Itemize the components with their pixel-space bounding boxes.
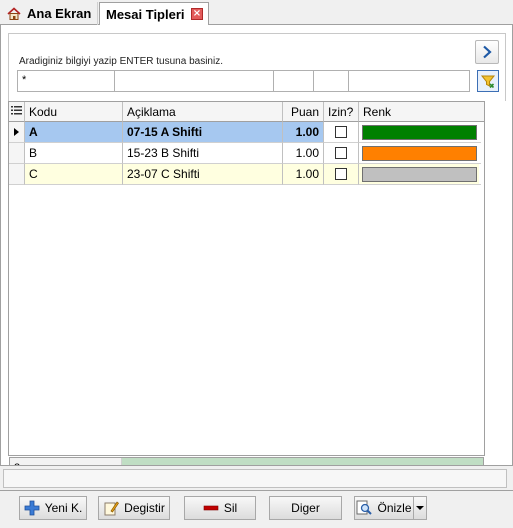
cell-aciklama[interactable]: 07-15 A Shifti [123,122,283,143]
new-button[interactable]: Yeni K. [19,496,87,520]
cell-kodu[interactable]: C [25,164,123,185]
home-icon [7,6,21,21]
next-button[interactable] [475,40,499,64]
main-panel: Aradiginiz bilgiyi yazip ENTER tusuna ba… [0,25,513,528]
filter-row: * [17,70,470,92]
filter-renk-input[interactable] [348,70,470,92]
grid-side-area [485,101,506,481]
preview-button[interactable]: Önizle [354,496,414,520]
other-button-label: Diger [291,501,320,515]
cell-izin[interactable] [324,143,359,164]
izin-checkbox[interactable] [335,126,347,138]
magnifier-icon [356,500,373,516]
filter-icon [480,75,496,89]
cell-kodu[interactable]: B [25,143,123,164]
bottom-toolbar: Yeni K. Degistir Sil Diger Önizle [0,491,513,528]
cell-kodu[interactable]: A [25,122,123,143]
cell-renk[interactable] [359,122,481,143]
column-header-izin[interactable]: Izin? [324,102,359,122]
plus-icon [24,500,40,516]
status-panel [0,465,513,491]
cell-puan[interactable]: 1.00 [283,122,324,143]
list-icon [11,106,22,115]
row-indicator [9,122,25,143]
close-icon[interactable]: × [191,8,203,20]
table-row[interactable]: C 23-07 C Shifti 1.00 [9,164,481,185]
izin-checkbox[interactable] [335,147,347,159]
cell-puan[interactable]: 1.00 [283,164,324,185]
delete-button-label: Sil [223,501,238,515]
minus-icon [203,500,219,516]
chevron-right-icon [483,45,492,59]
column-header-puan[interactable]: Puan [283,102,324,122]
cell-puan[interactable]: 1.00 [283,143,324,164]
tab-strip: Ana Ekran Mesai Tipleri × [0,0,513,26]
other-button[interactable]: Diger [269,496,342,520]
tab-home-label: Ana Ekran [27,6,92,21]
filter-puan-input[interactable] [273,70,314,92]
edit-button-label: Degistir [124,501,165,515]
filter-hint: Aradiginiz bilgiyi yazip ENTER tusuna ba… [19,56,223,67]
row-indicator [9,164,25,185]
edit-icon [103,500,120,516]
tab-home[interactable]: Ana Ekran [4,2,98,25]
cell-aciklama[interactable]: 15-23 B Shifti [123,143,283,164]
color-swatch [362,125,477,140]
tab-mesai-label: Mesai Tipleri [106,6,185,22]
edit-button[interactable]: Degistir [98,496,170,520]
column-header-renk[interactable]: Renk [359,102,484,122]
cell-aciklama[interactable]: 23-07 C Shifti [123,164,283,185]
filter-izin-input[interactable] [313,70,349,92]
current-row-arrow-icon [14,128,19,136]
table-row[interactable]: B 15-23 B Shifti 1.00 [9,143,481,164]
cell-izin[interactable] [324,122,359,143]
filter-aciklama-input[interactable] [114,70,274,92]
color-swatch [362,167,477,182]
column-header-aciklama[interactable]: Açiklama [123,102,283,122]
cell-izin[interactable] [324,164,359,185]
data-grid: Kodu Açiklama Puan Izin? Renk A 07-15 A … [8,101,485,456]
new-button-label: Yeni K. [44,501,83,515]
row-indicator [9,143,25,164]
preview-button-label: Önizle [377,501,412,515]
chevron-down-icon [416,506,424,510]
delete-button[interactable]: Sil [184,496,256,520]
filter-button[interactable] [477,70,499,92]
column-chooser-header[interactable] [9,102,25,122]
izin-checkbox[interactable] [335,168,347,180]
cell-renk[interactable] [359,164,481,185]
preview-dropdown-button[interactable] [413,496,427,520]
table-row[interactable]: A 07-15 A Shifti 1.00 [9,122,481,143]
status-field [3,469,507,488]
tab-mesai-tipleri[interactable]: Mesai Tipleri × [99,2,209,26]
filter-kodu-input[interactable]: * [17,70,115,92]
color-swatch [362,146,477,161]
column-header-kodu[interactable]: Kodu [25,102,123,122]
cell-renk[interactable] [359,143,481,164]
